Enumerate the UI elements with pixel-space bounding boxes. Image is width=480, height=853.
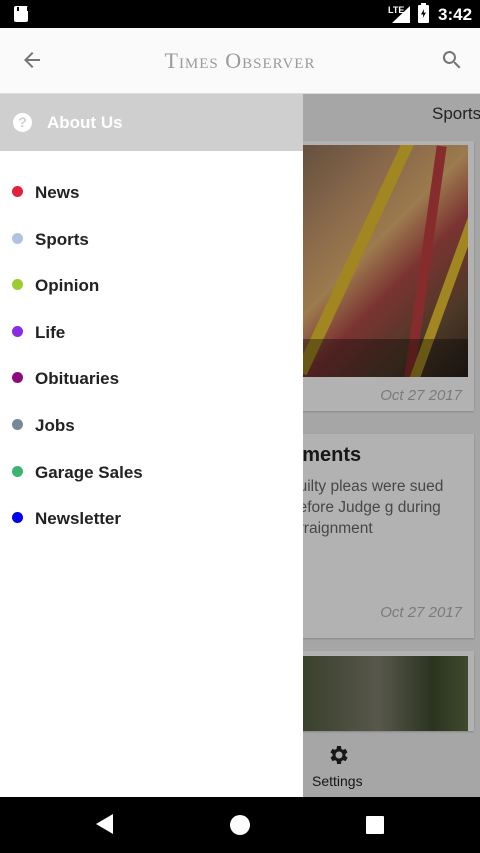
drawer-item-label: Newsletter [35, 509, 121, 528]
nav-back-icon[interactable] [96, 814, 113, 834]
category-color-dot [12, 466, 23, 477]
drawer-item-obituaries[interactable]: Obituaries [0, 359, 303, 399]
sd-card-icon [14, 6, 29, 22]
drawer-item-label: Opinion [35, 276, 100, 295]
category-color-dot [12, 512, 23, 523]
battery-charging-icon [418, 3, 429, 23]
search-icon[interactable] [440, 48, 464, 72]
drawer-item-label: Obituaries [35, 369, 120, 388]
drawer-item-jobs[interactable]: Jobs [0, 406, 303, 446]
drawer-item-label: News [35, 183, 80, 202]
drawer-item-label: Sports [35, 230, 89, 249]
app-header: Times Observer [0, 28, 480, 94]
about-us-item[interactable]: ? About Us [0, 94, 303, 151]
clock: 3:42 [438, 5, 473, 24]
about-us-label: About Us [47, 113, 123, 132]
drawer-item-opinion[interactable]: Opinion [0, 266, 303, 306]
drawer-item-life[interactable]: Life [0, 313, 303, 353]
status-bar: LTE 3:42 [0, 0, 480, 28]
category-color-dot [12, 419, 23, 430]
drawer-item-garage-sales[interactable]: Garage Sales [0, 453, 303, 493]
app-logo-title: Times Observer [164, 48, 316, 73]
drawer-item-newsletter[interactable]: Newsletter [0, 499, 303, 539]
system-nav-bar [0, 797, 480, 853]
category-color-dot [12, 186, 23, 197]
nav-recents-icon[interactable] [366, 816, 384, 834]
nav-home-icon[interactable] [230, 815, 250, 835]
drawer-item-sports[interactable]: Sports [0, 220, 303, 260]
navigation-drawer: ? About Us News Sports Opinion Life Obit… [0, 94, 303, 797]
category-color-dot [12, 279, 23, 290]
network-type: LTE [388, 5, 405, 15]
category-color-dot [12, 326, 23, 337]
drawer-item-label: Life [35, 323, 66, 342]
category-color-dot [12, 372, 23, 383]
drawer-item-news[interactable]: News [0, 173, 303, 213]
category-color-dot [12, 233, 23, 244]
help-icon: ? [13, 113, 32, 132]
drawer-item-label: Jobs [35, 416, 75, 435]
drawer-item-label: Garage Sales [35, 463, 143, 482]
